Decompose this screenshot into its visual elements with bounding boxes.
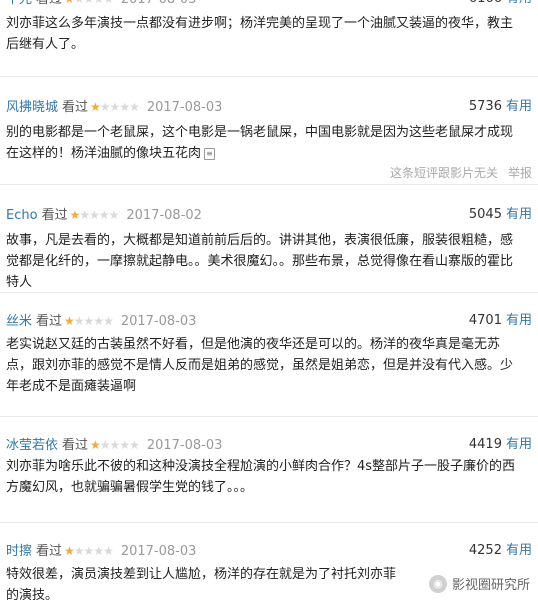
review-text: 老实说赵又廷的古装虽然不好看，但是他演的夜华还是可以的。杨洋的夜华真是毫无苏点，… <box>6 337 514 394</box>
review-status: 看过 <box>41 208 68 223</box>
review-date: 2017-08-03 <box>120 314 197 329</box>
review-username[interactable]: 丝米 <box>6 314 32 329</box>
useful-votes: 4252 有用 <box>469 540 532 562</box>
review-date: 2017-08-02 <box>126 208 202 223</box>
review-username[interactable]: 风拂晓城 <box>6 100 58 115</box>
review-date: 2017-08-03 <box>146 438 223 453</box>
review-item: 午光看过★★★★★ 2017-08-03 6166 有用 刘亦菲这么多年演技一点都没… <box>0 0 538 77</box>
unrelated-link[interactable]: 这条短评跟影片无关 <box>390 166 498 180</box>
useful-button[interactable]: 有用 <box>506 207 532 222</box>
review-actions: 这条短评跟影片无关 举报 <box>380 164 532 181</box>
review-text: 故事，凡是去看的，大概都是知道前前后后的。讲讲其他，表演很低廉，服装很粗糙，感觉… <box>6 233 514 290</box>
review-text: 刘亦菲为啥乐此不彼的和这种没演技全程尬演的小鲜肉合作？4s整部片子一股子廉价的西… <box>6 459 516 495</box>
rating-stars: ★★★★★ <box>64 0 114 6</box>
review-text: 特效很差，演员演技差到让人尴尬，杨洋的存在就是为了衬托刘亦菲的演技。 <box>6 567 397 603</box>
review-username[interactable]: 时擦 <box>6 544 32 559</box>
vote-count: 6166 <box>469 0 502 6</box>
review-item: 丝米 看过 ★★★★★ 2017-08-03 4701 有用 老实说赵又廷的古装虽然不好… <box>0 292 538 417</box>
useful-votes: 4419 有用 <box>469 434 532 456</box>
review-status: 看过 <box>62 100 89 115</box>
report-link[interactable]: 举报 <box>508 166 532 180</box>
review-status: 看过 <box>36 0 62 7</box>
review-date: 2017-08-03 <box>120 544 197 559</box>
wechat-logo-icon: ◉ <box>428 574 447 593</box>
useful-button[interactable]: 有用 <box>506 437 532 452</box>
review-item: 冰莹若依 看过 ★★★★★ 2017-08-03 4419 有用 刘亦菲为啥乐此不彼的和… <box>0 416 538 523</box>
useful-button[interactable]: 有用 <box>506 99 532 114</box>
review-item: 风拂晓城 看过 ★★★★★ 2017-08-03 5736 有用 别的电影都是一个老鼠屎… <box>0 76 538 185</box>
rating-stars: ★★★★★ <box>90 438 140 452</box>
vote-count: 4419 <box>468 437 502 452</box>
review-username[interactable]: Echo <box>6 208 38 223</box>
expand-icon[interactable]: ≡ <box>204 147 216 160</box>
vote-count: 4252 <box>468 543 502 558</box>
review-text: 刘亦菲这么多年演技一点都没有进步啊；杨洋完美的呈现了一个油腻又装逼的夜华，教主后… <box>6 16 514 52</box>
watermark-text: 影视圈研究所 <box>451 578 530 593</box>
useful-votes: 5045 有用 <box>469 204 532 226</box>
useful-votes: 6166 有用 <box>469 0 532 10</box>
review-date: 2017-08-03 <box>121 0 197 7</box>
review-status: 看过 <box>36 314 63 329</box>
rating-stars: ★★★★★ <box>64 544 114 558</box>
review-status: 看过 <box>62 438 89 453</box>
vote-count: 5736 <box>468 99 502 114</box>
review-username[interactable]: 冰莹若依 <box>6 438 58 453</box>
useful-button[interactable]: 有用 <box>506 0 532 6</box>
watermark: ◉ 影视圈研究所 <box>428 574 530 593</box>
review-username[interactable]: 午光 <box>6 0 32 7</box>
useful-button[interactable]: 有用 <box>506 543 532 558</box>
vote-count: 4701 <box>468 313 502 328</box>
useful-button[interactable]: 有用 <box>506 313 532 328</box>
rating-stars: ★★★★★ <box>69 208 120 222</box>
useful-votes: 5736 有用 <box>469 96 532 118</box>
rating-stars: ★★★★★ <box>90 100 140 114</box>
useful-votes: 4701 有用 <box>469 310 532 332</box>
review-status: 看过 <box>36 544 63 559</box>
review-text: 别的电影都是一个老鼠屎，这个电影是一锅老鼠屎，中国电影就是因为这些老鼠屎才成现在… <box>6 125 514 161</box>
review-date: 2017-08-03 <box>146 100 223 115</box>
review-item: Echo 看过 ★★★★★ 2017-08-02 5045 有用 故事，凡是去看的，大概… <box>0 184 538 293</box>
vote-count: 5045 <box>468 207 502 222</box>
rating-stars: ★★★★★ <box>64 314 114 328</box>
